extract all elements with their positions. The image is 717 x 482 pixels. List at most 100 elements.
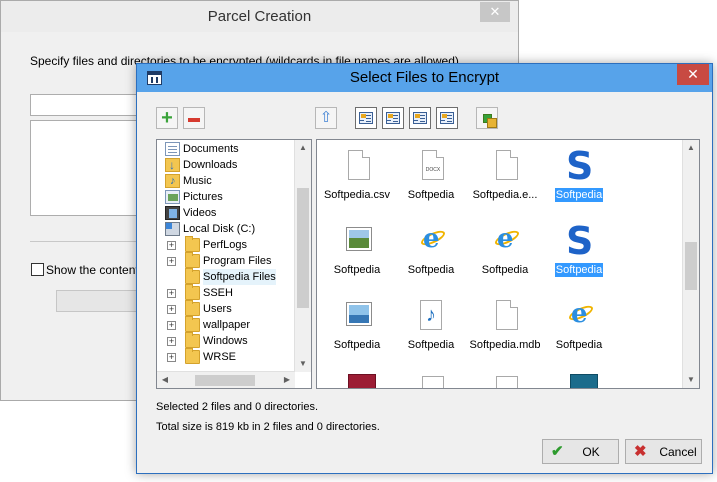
tree-item-label: Softpedia Files — [203, 269, 276, 285]
list-item[interactable]: Softpedia — [320, 223, 394, 277]
list-item[interactable] — [320, 372, 394, 388]
expand-icon[interactable]: + — [167, 241, 176, 250]
media-file-icon — [348, 374, 376, 388]
cancel-button[interactable]: ✖ Cancel — [625, 439, 702, 464]
ok-button[interactable]: ✔ OK — [542, 439, 619, 464]
tree-item[interactable]: Music — [157, 173, 295, 189]
expand-icon[interactable]: + — [167, 289, 176, 298]
expand-icon[interactable]: + — [167, 257, 176, 266]
cancel-button-label: Cancel — [659, 445, 697, 459]
music-icon — [165, 173, 180, 189]
list-item[interactable]: Softpedia — [394, 298, 468, 352]
tree-item[interactable]: Local Disk (C:) — [157, 221, 295, 237]
cancel-x-icon: ✖ — [634, 443, 647, 460]
list-item[interactable]: S Softpedia — [542, 144, 616, 202]
show-contents-checkbox[interactable] — [31, 263, 44, 276]
tree-item[interactable]: Softpedia Files — [157, 268, 295, 285]
plus-icon: + — [161, 107, 173, 129]
tree-item-label: PerfLogs — [203, 239, 248, 251]
files-scroll-thumb[interactable] — [685, 242, 697, 290]
remove-button[interactable] — [183, 107, 205, 129]
folder-icon — [185, 316, 200, 332]
landscape-picture-icon — [346, 302, 372, 326]
tree-scroll-left-arrow[interactable]: ◀ — [157, 372, 173, 388]
folder-icon — [185, 236, 200, 252]
list-item[interactable]: e Softpedia — [394, 223, 468, 277]
tree-scroll-thumb[interactable] — [297, 188, 309, 308]
file-grid[interactable]: Softpedia.csv DOCX Softpedia Softpedia.e...… — [316, 139, 700, 389]
expand-icon[interactable]: + — [167, 337, 176, 346]
list-item[interactable]: Softpedia — [320, 298, 394, 352]
list-item[interactable]: Softpedia.e... — [468, 148, 542, 202]
tree-scroll-right-arrow[interactable]: ▶ — [279, 372, 295, 388]
tree-item[interactable]: Pictures — [157, 189, 295, 205]
expand-icon[interactable]: + — [167, 321, 176, 330]
app-window-icon — [147, 71, 162, 85]
list-item[interactable]: e Softpedia — [542, 298, 616, 352]
tree-item[interactable]: Documents — [157, 141, 295, 157]
tree-item[interactable]: Videos — [157, 205, 295, 221]
list-item[interactable]: Softpedia.mdb — [468, 298, 542, 352]
file-name-label: Softpedia — [481, 264, 529, 276]
tree-item[interactable]: + WRSE — [157, 348, 295, 365]
tree-hscroll-thumb[interactable] — [195, 375, 255, 386]
select-all-button[interactable] — [476, 107, 498, 129]
files-vertical-scrollbar[interactable]: ▲ ▼ — [682, 140, 699, 388]
document-icon — [496, 150, 518, 180]
checkmark-icon: ✔ — [551, 443, 564, 460]
tree-item-label: Pictures — [183, 191, 223, 203]
parcel-creation-close-button[interactable]: ✕ — [480, 2, 510, 22]
list-item[interactable]: DOCX Softpedia — [394, 148, 468, 202]
list-item[interactable]: e Softpedia — [468, 223, 542, 277]
file-name-label: Softpedia — [554, 263, 604, 277]
tree-scroll-up-arrow[interactable]: ▲ — [295, 140, 311, 156]
tree-item[interactable]: + PerfLogs — [157, 236, 295, 253]
tree-item[interactable]: Downloads — [157, 157, 295, 173]
tree-scroll-down-arrow[interactable]: ▼ — [295, 356, 311, 372]
parcel-creation-file-list[interactable] — [30, 120, 150, 216]
list-item[interactable]: S Softpedia — [542, 219, 616, 277]
tree-item-label: Local Disk (C:) — [183, 223, 256, 235]
files-scroll-down-arrow[interactable]: ▼ — [683, 372, 699, 388]
view-list-button[interactable] — [409, 107, 431, 129]
expand-icon[interactable]: + — [167, 353, 176, 362]
file-name-label: Softpedia — [333, 264, 381, 276]
folder-tree[interactable]: Documents Downloads Music Pictures Videos Loc… — [156, 139, 312, 389]
large-icons-view-icon — [359, 112, 373, 124]
folder-icon — [185, 268, 200, 284]
parcel-creation-path-input[interactable] — [30, 94, 150, 116]
tree-item[interactable]: + Windows — [157, 332, 295, 349]
view-details-button[interactable] — [436, 107, 458, 129]
tree-item[interactable]: + Users — [157, 300, 295, 317]
list-item[interactable] — [394, 372, 468, 388]
tree-vertical-scrollbar[interactable]: ▲ ▼ — [294, 140, 311, 372]
tree-horizontal-scrollbar[interactable]: ◀ ▶ — [157, 371, 295, 388]
tree-item[interactable]: + SSEH — [157, 284, 295, 301]
up-folder-button[interactable]: ⇧ — [315, 107, 337, 129]
list-item[interactable] — [468, 372, 542, 388]
parcel-creation-button[interactable] — [56, 290, 146, 312]
parcel-creation-title: Parcel Creation — [207, 8, 312, 25]
dialog-titlebar: Select Files to Encrypt ✕ — [137, 64, 712, 92]
dialog-close-button[interactable]: ✕ — [677, 64, 709, 85]
picture-icon — [346, 227, 372, 251]
videos-icon — [165, 206, 180, 220]
document-icon — [422, 376, 444, 388]
pictures-icon — [165, 190, 180, 204]
tree-item[interactable]: + wallpaper — [157, 316, 295, 333]
internet-explorer-icon: e — [567, 300, 595, 328]
view-small-icons-button[interactable] — [382, 107, 404, 129]
file-name-label: Softpedia — [407, 339, 455, 351]
tree-item[interactable]: + Program Files — [157, 252, 295, 269]
tree-item-label: wallpaper — [203, 319, 251, 331]
add-button[interactable]: + — [156, 107, 178, 129]
list-item[interactable] — [542, 372, 616, 388]
list-item[interactable]: Softpedia.csv — [320, 148, 394, 202]
audio-file-icon — [420, 300, 442, 330]
files-scroll-up-arrow[interactable]: ▲ — [683, 140, 699, 156]
view-large-icons-button[interactable] — [355, 107, 377, 129]
tree-item-label: Videos — [183, 207, 217, 219]
tree-item-label: Windows — [203, 335, 248, 347]
expand-icon[interactable]: + — [167, 305, 176, 314]
folder-icon — [185, 300, 200, 316]
